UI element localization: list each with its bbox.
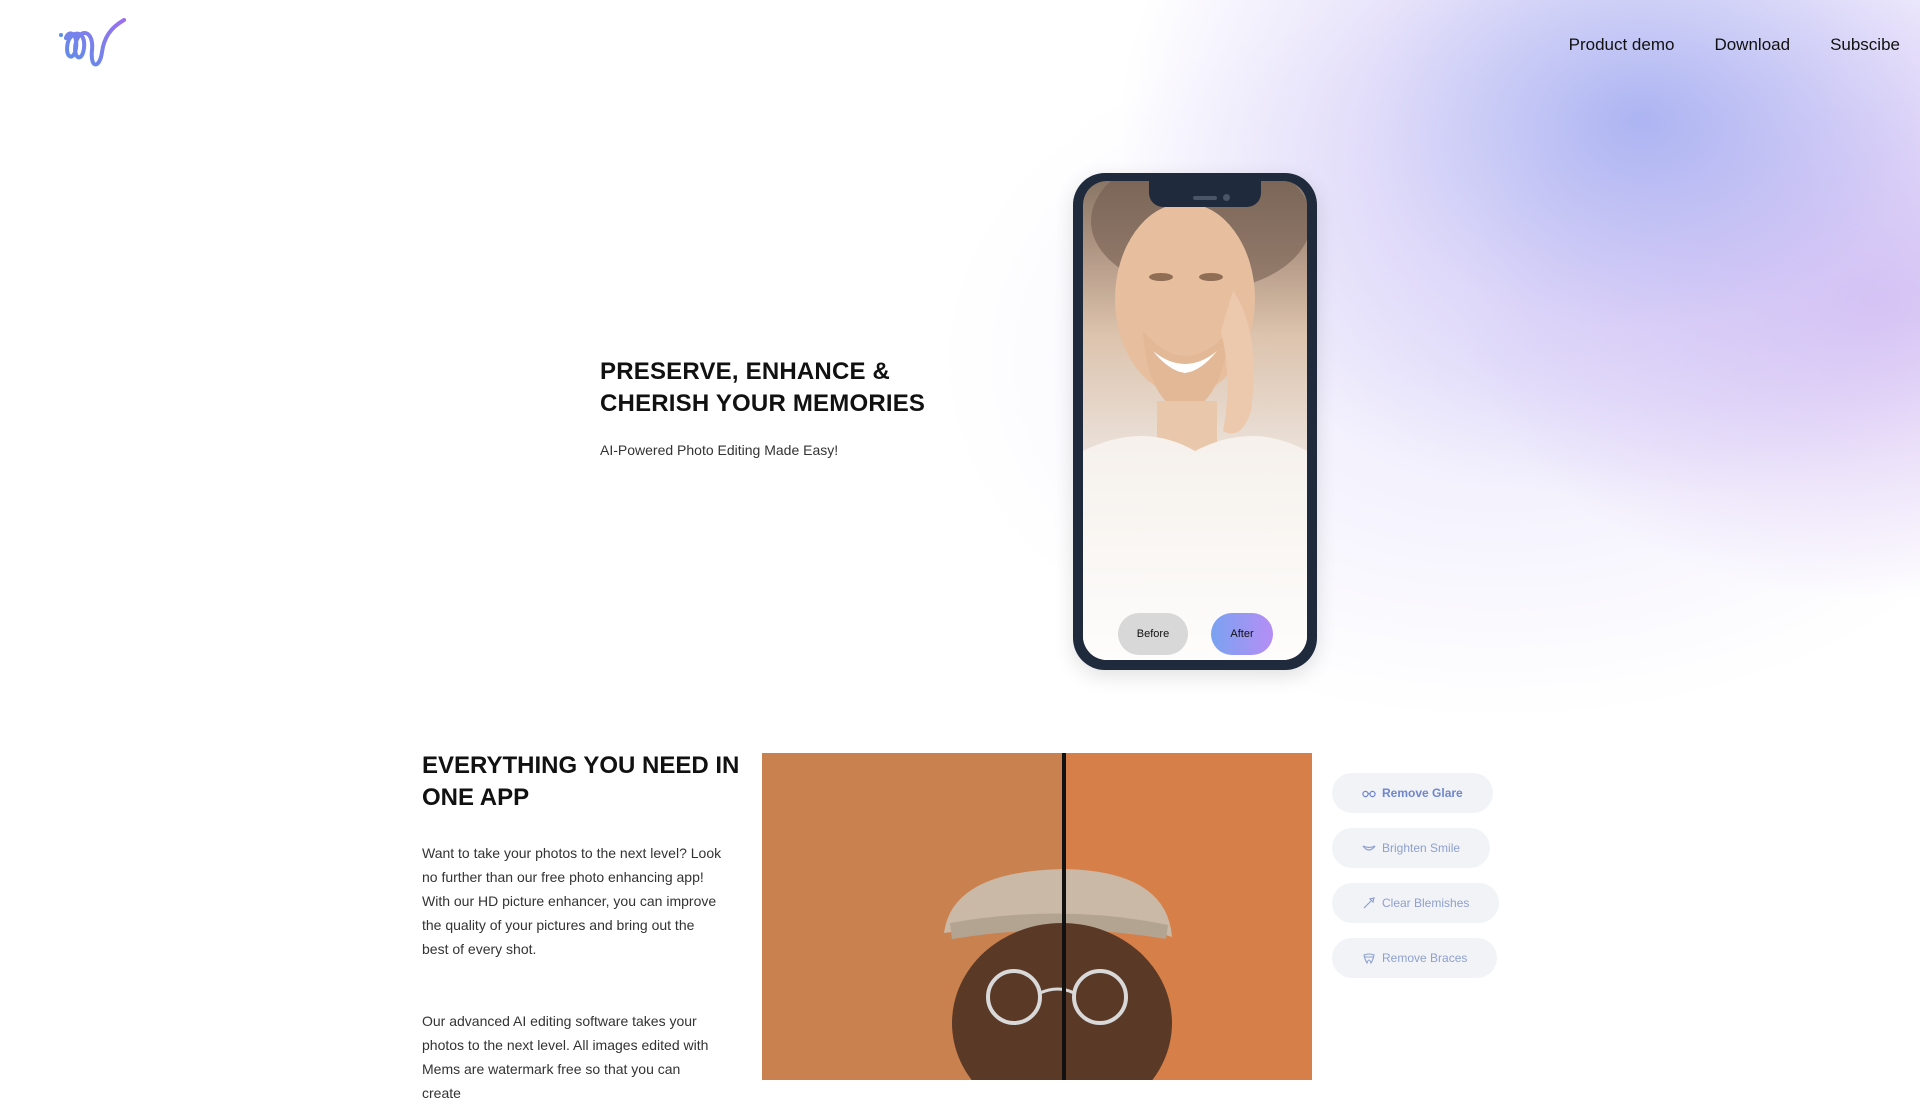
glasses-icon	[1362, 790, 1376, 798]
camera-icon	[1223, 194, 1230, 201]
phone-notch	[1149, 181, 1261, 207]
intro-paragraph: Want to take your photos to the next lev…	[422, 845, 722, 957]
nav-subscribe[interactable]: Subscibe	[1830, 35, 1900, 55]
comparison-slider-handle[interactable]	[1062, 753, 1066, 1080]
man-portrait-image	[944, 869, 1172, 1080]
ai-paragraph: Our advanced AI editing software takes y…	[422, 1013, 709, 1101]
feature-remove-glare[interactable]: Remove Glare	[1332, 773, 1493, 813]
logo[interactable]	[58, 18, 126, 74]
feature-list: Remove Glare Brighten Smile Clear Blemis…	[1332, 773, 1500, 993]
screen-fade	[1083, 444, 1307, 660]
phone-screen: Before After	[1083, 181, 1307, 660]
hero-title: PRESERVE, ENHANCE & CHERISH YOUR MEMORIE…	[600, 358, 926, 417]
top-nav: Product demo Download Subscibe	[1569, 35, 1900, 55]
feature-label: Clear Blemishes	[1382, 896, 1470, 910]
brush-icon	[1363, 897, 1375, 909]
feature-brighten-smile[interactable]: Brighten Smile	[1332, 828, 1491, 868]
hero-subtitle: AI-Powered Photo Editing Made Easy!	[600, 442, 839, 458]
feature-label: Remove Braces	[1382, 951, 1468, 965]
feature-label: Brighten Smile	[1382, 841, 1461, 855]
feature-clear-blemishes[interactable]: Clear Blemishes	[1332, 883, 1500, 923]
feature-remove-braces[interactable]: Remove Braces	[1332, 938, 1498, 978]
nav-download[interactable]: Download	[1714, 35, 1790, 55]
smile-icon	[1362, 845, 1376, 851]
before-button[interactable]: Before	[1118, 613, 1188, 655]
nav-product-demo[interactable]: Product demo	[1569, 35, 1675, 55]
tooth-icon	[1363, 953, 1375, 965]
speaker-icon	[1193, 196, 1217, 200]
section-title: EVERYTHING YOU NEED IN ONE APP	[422, 752, 740, 811]
phone-mockup: Before After	[1073, 173, 1317, 670]
after-button[interactable]: After	[1211, 613, 1273, 655]
feature-label: Remove Glare	[1382, 786, 1463, 800]
comparison-photo[interactable]	[762, 753, 1312, 1080]
